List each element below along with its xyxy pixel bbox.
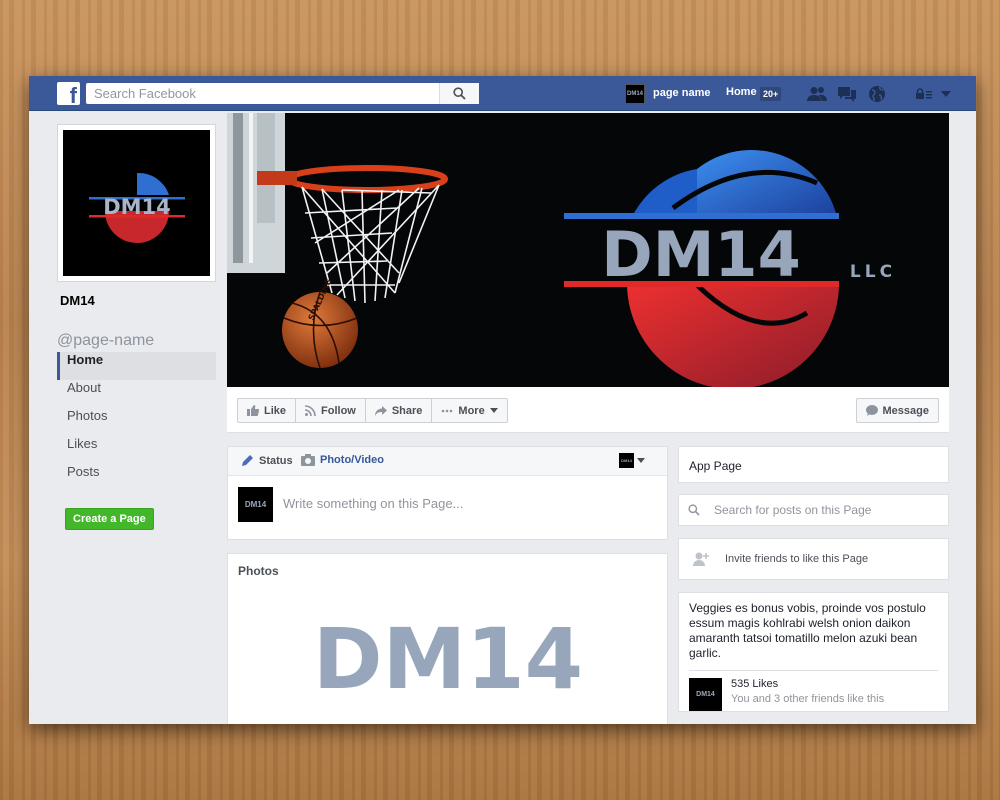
sidebar-item-about[interactable]: About [57,380,216,408]
post-composer: Status Photo/Video DM14 DM14 [227,446,668,540]
composer-avatar: DM14 [238,487,273,522]
cover-brand-text: DM14 [601,218,800,291]
photos-card: Photos DM14 [227,553,668,724]
page-posts-search [678,494,949,526]
cover-image: SPALDING DM14 LLC [227,113,896,387]
share-icon [374,405,387,416]
create-page-button[interactable]: Create a Page [65,508,154,530]
hoop-rim-shape [286,165,448,193]
page-handle[interactable]: @page-name [57,332,154,350]
topbar-profile-name[interactable]: page name [653,87,710,99]
sidebar-item-home[interactable]: Home [57,352,216,380]
search-input[interactable] [86,83,439,104]
profile-logo-text: DM14 [103,195,171,219]
message-button[interactable]: Message [855,398,939,423]
sidebar-item-posts[interactable]: Posts [57,464,216,492]
sidebar-nav: Home About Photos Likes Posts [57,352,216,492]
more-button[interactable]: More [432,399,506,422]
message-label: Message [882,404,929,417]
follow-label: Follow [321,404,356,417]
tab-status-label: Status [259,454,293,467]
page-action-bar: Like Follow Share More Message [227,387,949,433]
like-label: Like [264,404,287,417]
composer-input[interactable] [283,496,643,511]
friends-icon[interactable] [806,84,828,104]
divider [689,670,938,671]
more-label: More [458,404,485,417]
home-count-badge: 20+ [760,87,782,101]
messages-icon[interactable] [836,84,858,104]
search-button[interactable] [439,83,479,104]
invite-friends-label: Invite friends to like this Page [725,553,869,565]
cover-photo[interactable]: SPALDING DM14 LLC [227,113,949,387]
topbar-home-link[interactable]: Home [726,86,757,98]
likes-count: 535 Likes [731,678,779,690]
chevron-down-icon [489,408,498,413]
cover-brand-suffix: LLC [850,262,896,282]
composer-tabs: Status Photo/Video DM14 [228,447,667,476]
pencil-icon [242,455,253,466]
tab-status[interactable]: Status [241,454,293,467]
likes-avatar: DM14 [689,678,722,711]
search-box [86,83,479,104]
profile-logo: DM14 [63,130,210,276]
likes-friends-text: You and 3 other friends like this [731,693,885,705]
sidebar-item-likes[interactable]: Likes [57,436,216,464]
topbar-avatar[interactable]: DM14 [625,84,645,104]
lock-menu-icon[interactable] [913,84,935,104]
logo-ball-top-shape [136,172,169,195]
photos-image[interactable]: DM14 [258,614,638,694]
facebook-window: f DM14 page name Home 20+ [29,76,976,724]
share-label: Share [391,404,423,417]
page-posts-search-input[interactable] [700,503,948,517]
camera-icon [301,454,315,466]
post-as-selector[interactable]: DM14 [619,453,645,468]
photos-image-text: DM14 [313,614,583,694]
composer-body: DM14 [228,476,667,540]
page-title: DM14 [60,293,95,308]
search-icon [688,504,700,516]
more-icon [442,409,453,412]
chevron-down-icon [637,458,645,463]
action-button-group: Like Follow Share More [237,398,508,423]
about-card: Veggies es bonus vobis, proinde vos post… [678,592,949,712]
follow-icon [305,405,316,416]
sidebar-item-photos[interactable]: Photos [57,408,216,436]
brand-ball-bottom-shape [627,283,839,387]
search-icon [453,87,466,100]
like-icon [247,405,259,416]
add-friend-icon [693,552,709,566]
photos-title[interactable]: Photos [238,564,279,578]
globe-icon[interactable] [866,84,888,104]
profile-picture[interactable]: DM14 [57,124,216,282]
facebook-logo-icon[interactable]: f [57,82,80,105]
tab-photo-video-label: Photo/Video [320,454,384,466]
message-icon [865,405,878,416]
app-page-card[interactable]: App Page [678,446,949,483]
about-text: Veggies es bonus vobis, proinde vos post… [689,601,926,660]
likes-summary[interactable]: DM14 535 Likes You and 3 other friends l… [689,678,938,711]
invite-friends-row[interactable]: Invite friends to like this Page [678,538,949,580]
tab-photo-video[interactable]: Photo/Video [301,454,384,466]
follow-button[interactable]: Follow [296,399,366,422]
app-page-label: App Page [689,459,742,473]
like-button[interactable]: Like [238,399,297,422]
chevron-down-icon[interactable] [935,84,957,104]
share-button[interactable]: Share [366,399,433,422]
selector-avatar: DM14 [619,453,634,468]
top-navigation-bar: f DM14 page name Home 20+ [29,76,976,111]
